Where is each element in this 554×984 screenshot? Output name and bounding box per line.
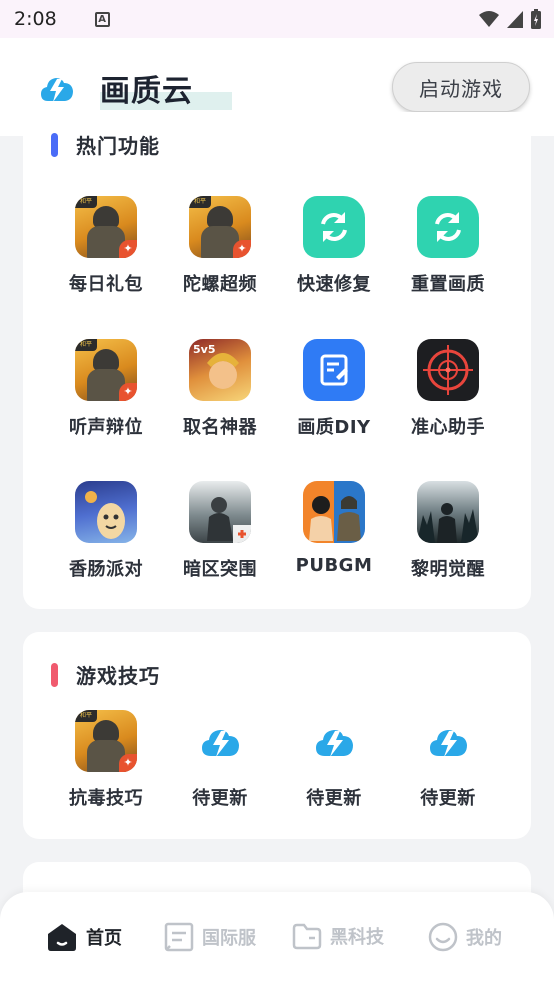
feature-gyro-overclock[interactable]: 和平 ✦ 陀螺超频: [163, 196, 277, 296]
section-accent-bar: [51, 132, 58, 157]
feature-label: 暗区突围: [183, 559, 257, 580]
nav-label: 国际服: [202, 928, 256, 949]
nav-home[interactable]: 首页: [46, 922, 122, 952]
refresh-icon: [417, 196, 479, 258]
launch-game-button[interactable]: 启动游戏: [392, 62, 530, 112]
feature-label: 香肠派对: [69, 559, 143, 580]
feature-label: 每日礼包: [69, 274, 143, 295]
lightning-cloud-icon: [41, 78, 73, 102]
tip-label: 抗毒技巧: [69, 788, 143, 809]
tip-anti-poison[interactable]: 和平 ✦ 抗毒技巧: [49, 710, 163, 810]
feature-label: 取名神器: [183, 417, 257, 438]
feature-quality-diy[interactable]: 画质DIY: [277, 339, 391, 439]
feature-label: PUBGM: [295, 555, 373, 576]
refresh-icon: [303, 196, 365, 258]
pubg-icon: 和平 ✦: [189, 196, 251, 258]
tip-label: 待更新: [306, 788, 362, 809]
hot-features-card: 热门功能 和平 ✦ 每日礼包 和平 ✦ 陀螺超频 快速修复 重置画质 和平 ✦ 听声辩…: [23, 112, 531, 609]
home-icon: [48, 924, 76, 951]
nav-mine[interactable]: 我的: [428, 922, 502, 952]
nav-international[interactable]: 国际服: [164, 922, 256, 952]
feature-label: 准心助手: [411, 417, 485, 438]
feature-crosshair-helper[interactable]: 准心助手: [391, 339, 505, 439]
feature-label: 听声辩位: [69, 417, 143, 438]
list-icon: [164, 922, 194, 952]
app-title: 画质云: [100, 74, 193, 109]
folder-icon: [292, 923, 322, 950]
smile-icon: [428, 922, 458, 952]
wifi-icon: [479, 11, 499, 27]
svg-text:5v5: 5v5: [193, 343, 215, 356]
tip-pending-3[interactable]: 待更新: [391, 710, 505, 810]
lightning-cloud-icon: [189, 710, 251, 772]
tip-pending-1[interactable]: 待更新: [163, 710, 277, 810]
bottom-nav: 首页 国际服 黑科技 我的: [0, 892, 554, 984]
game-tips-card: 游戏技巧 和平 ✦ 抗毒技巧 待更新 待更新 待更新: [23, 632, 531, 839]
feature-arena-breakout[interactable]: 暗区突围: [163, 481, 277, 581]
feature-label: 陀螺超频: [183, 274, 257, 295]
dawn-awakening-icon: [417, 481, 479, 543]
feature-sausage-party[interactable]: 香肠派对: [49, 481, 163, 581]
lightning-cloud-icon: [303, 710, 365, 772]
notification-icon: A: [94, 11, 110, 27]
feature-pubgm[interactable]: PUBGM: [277, 481, 391, 576]
feature-label: 画质DIY: [297, 417, 371, 438]
pubg-icon: 和平 ✦: [75, 710, 137, 772]
feature-reset-quality[interactable]: 重置画质: [391, 196, 505, 296]
tip-label: 待更新: [420, 788, 476, 809]
feature-dawn-awakening[interactable]: 黎明觉醒: [391, 481, 505, 581]
pubg-icon: 和平 ✦: [75, 196, 137, 258]
feature-sound-locate[interactable]: 和平 ✦ 听声辩位: [49, 339, 163, 439]
feature-daily-gift[interactable]: 和平 ✦ 每日礼包: [49, 196, 163, 296]
pubgm-icon: [303, 481, 365, 543]
battery-icon: [531, 9, 541, 29]
status-time: 2:08: [14, 8, 57, 30]
feature-label: 黎明觉醒: [411, 559, 485, 580]
feature-label: 重置画质: [411, 274, 485, 295]
nav-label: 我的: [466, 928, 502, 949]
crosshair-icon: [417, 339, 479, 401]
nav-label: 黑科技: [330, 927, 384, 948]
nav-label: 首页: [86, 928, 122, 949]
arena-breakout-icon: [189, 481, 251, 543]
tip-label: 待更新: [192, 788, 248, 809]
section-title-text: 游戏技巧: [76, 664, 160, 688]
signal-icon: [507, 11, 523, 28]
tip-pending-2[interactable]: 待更新: [277, 710, 391, 810]
section-title-text: 热门功能: [76, 134, 160, 158]
feature-label: 快速修复: [297, 274, 371, 295]
edit-doc-icon: [303, 339, 365, 401]
sausage-party-icon: [75, 481, 137, 543]
feature-quick-fix[interactable]: 快速修复: [277, 196, 391, 296]
king-glory-icon: 5v5: [189, 339, 251, 401]
status-bar: 2:08 A: [0, 0, 554, 38]
status-icons: [478, 8, 542, 30]
feature-name-generator[interactable]: 5v5 取名神器: [163, 339, 277, 439]
nav-black-tech[interactable]: 黑科技: [292, 922, 384, 950]
section-title-tips: 游戏技巧: [51, 660, 160, 689]
section-title-hot: 热门功能: [51, 130, 160, 159]
section-accent-bar: [51, 662, 58, 687]
lightning-cloud-icon: [417, 710, 479, 772]
app-title-wrap: 画质云: [100, 66, 232, 110]
pubg-icon: 和平 ✦: [75, 339, 137, 401]
